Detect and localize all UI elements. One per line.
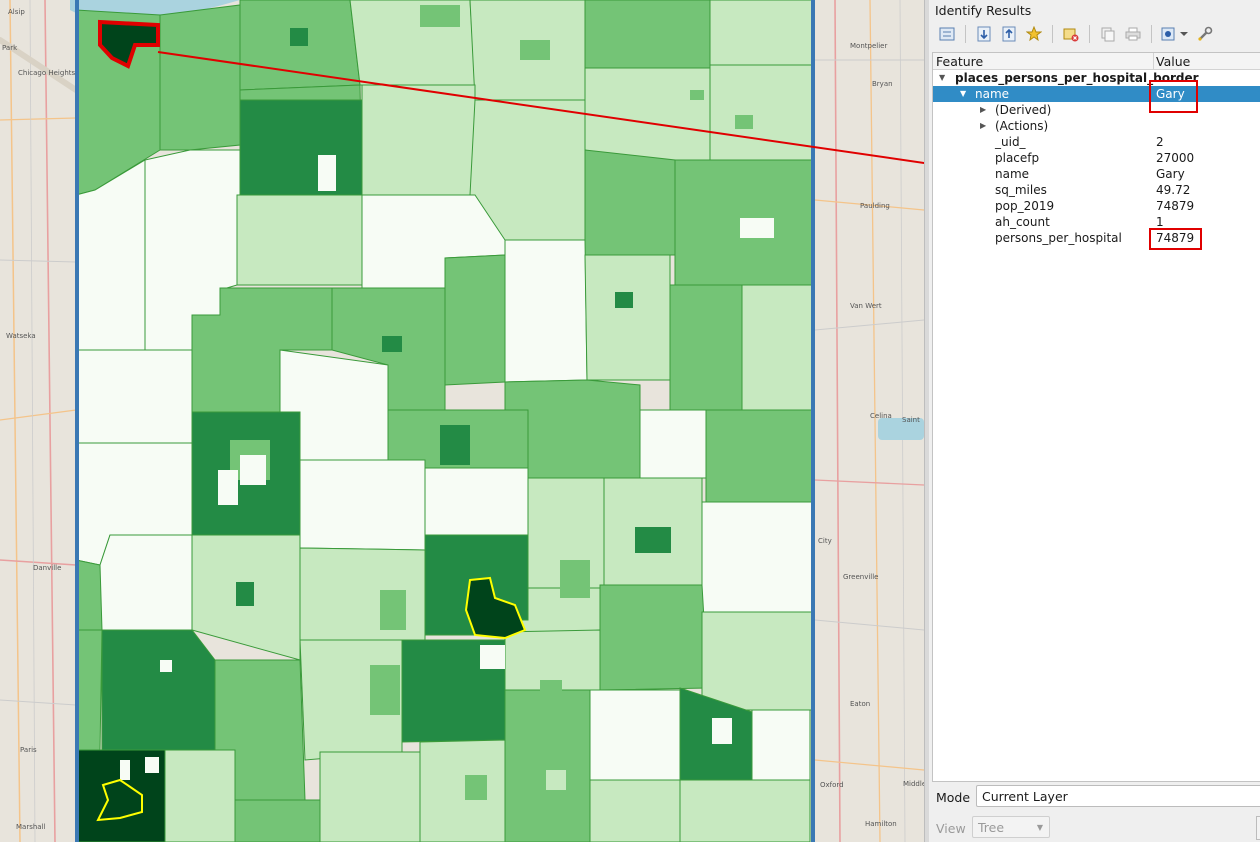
attribute-name: name — [995, 167, 1030, 181]
city-label: Chicago Heights — [18, 69, 76, 77]
city-label: Danville — [33, 564, 62, 572]
collapse-tree-icon — [1002, 26, 1016, 42]
attribute-row[interactable]: pop_2019 74879 — [933, 198, 1260, 214]
copy-feature-button[interactable] — [1098, 24, 1118, 44]
attribute-value: 2 — [1156, 135, 1164, 149]
attribute-row[interactable]: name Gary — [933, 166, 1260, 182]
attribute-name: placefp — [995, 151, 1040, 165]
city-label: Middle — [903, 780, 924, 788]
attribute-value: 27000 — [1156, 151, 1195, 165]
print-icon — [1125, 27, 1141, 41]
attribute-row[interactable]: ah_count 1 — [933, 214, 1260, 230]
derived-label: (Derived) — [995, 103, 1052, 117]
derived-group-row[interactable]: ▶ (Derived) — [933, 102, 1260, 118]
city-label: Alsip — [8, 8, 25, 16]
help-button[interactable] — [1256, 816, 1260, 840]
form-view-button[interactable] — [937, 24, 957, 44]
identify-settings-icon — [1161, 27, 1188, 41]
toolbar-separator — [1052, 25, 1053, 43]
attribute-name: sq_miles — [995, 183, 1047, 197]
panel-title: Identify Results — [935, 3, 1032, 18]
wrench-icon — [1198, 26, 1213, 41]
map-canvas[interactable]: Alsip Park Chicago Heights Watseka Danvi… — [0, 0, 924, 842]
view-select-value: Tree — [978, 820, 1005, 835]
city-label: Hamilton — [865, 820, 897, 828]
city-label: Oxford — [820, 781, 844, 789]
mode-select[interactable]: Current Layer — [976, 785, 1260, 807]
attribute-value: Gary — [1156, 167, 1185, 181]
results-tree[interactable]: Feature Value ▼ places_persons_per_hospi… — [932, 52, 1260, 782]
identify-tool-settings-button[interactable] — [1195, 24, 1215, 44]
feature-row-selected[interactable]: ▼ name Gary — [933, 86, 1260, 102]
city-label: Marshall — [16, 823, 46, 831]
identify-results-panel: Identify Results Feature Value ▼ places_… — [929, 0, 1260, 842]
toolbar-separator — [965, 25, 966, 43]
attribute-row[interactable]: persons_per_hospital 74879 — [933, 230, 1260, 246]
city-label: Paulding — [860, 202, 890, 210]
copy-icon — [1101, 27, 1115, 42]
attribute-row[interactable]: _uid_ 2 — [933, 134, 1260, 150]
column-divider[interactable] — [1153, 53, 1154, 69]
form-view-icon — [939, 27, 955, 41]
attribute-name: _uid_ — [995, 135, 1026, 149]
attribute-value: 49.72 — [1156, 183, 1191, 197]
identify-mode-menu-button[interactable] — [1160, 24, 1190, 44]
city-label: Paris — [20, 746, 37, 754]
city-label: Bryan — [872, 80, 893, 88]
collapse-arrow-icon[interactable]: ▼ — [939, 70, 945, 86]
value-column-header[interactable]: Value — [1156, 54, 1190, 69]
expand-all-button[interactable] — [974, 24, 994, 44]
toolbar-separator — [1089, 25, 1090, 43]
expand-arrow-icon[interactable]: ▶ — [980, 102, 986, 118]
clear-results-button[interactable] — [1061, 24, 1081, 44]
attribute-value: 74879 — [1156, 199, 1195, 213]
attribute-name: ah_count — [995, 215, 1050, 229]
city-label: Park — [2, 44, 18, 52]
attribute-name: pop_2019 — [995, 199, 1055, 213]
persons-value-highlight — [1149, 228, 1202, 250]
expand-tree-icon — [977, 26, 991, 42]
feature-column-header[interactable]: Feature — [936, 54, 983, 69]
county-choropleth — [75, 0, 815, 842]
city-label: Eaton — [850, 700, 871, 708]
view-select[interactable]: Tree ▼ — [972, 816, 1050, 838]
toolbar-separator — [1151, 25, 1152, 43]
clear-results-icon — [1063, 28, 1079, 42]
tree-header: Feature Value — [933, 53, 1260, 70]
city-label: Watseka — [6, 332, 36, 340]
city-label: Van Wert — [850, 302, 882, 310]
expand-arrow-icon[interactable]: ▶ — [980, 118, 986, 134]
actions-label: (Actions) — [995, 119, 1049, 133]
name-value-highlight — [1149, 80, 1198, 113]
print-button[interactable] — [1123, 24, 1143, 44]
collapse-all-button[interactable] — [999, 24, 1019, 44]
attribute-row[interactable]: sq_miles 49.72 — [933, 182, 1260, 198]
chevron-down-icon: ▼ — [1036, 823, 1043, 832]
attribute-name: persons_per_hospital — [995, 231, 1122, 245]
city-label: Greenville — [843, 573, 879, 581]
map-layers — [0, 0, 924, 842]
actions-group-row[interactable]: ▶ (Actions) — [933, 118, 1260, 134]
identify-toolbar — [937, 22, 1215, 46]
city-label: Saint — [902, 416, 920, 424]
city-label: Celina — [870, 412, 892, 420]
star-expand-icon — [1026, 26, 1042, 42]
city-label: City — [818, 537, 832, 545]
feature-field: name — [975, 87, 1010, 101]
attribute-row[interactable]: placefp 27000 — [933, 150, 1260, 166]
layer-row[interactable]: ▼ places_persons_per_hospital_border — [933, 70, 1260, 86]
view-label: View — [936, 821, 966, 836]
collapse-arrow-icon[interactable]: ▼ — [960, 86, 966, 102]
expand-new-results-button[interactable] — [1024, 24, 1044, 44]
mode-label: Mode — [936, 790, 971, 805]
city-label: Montpelier — [850, 42, 888, 50]
